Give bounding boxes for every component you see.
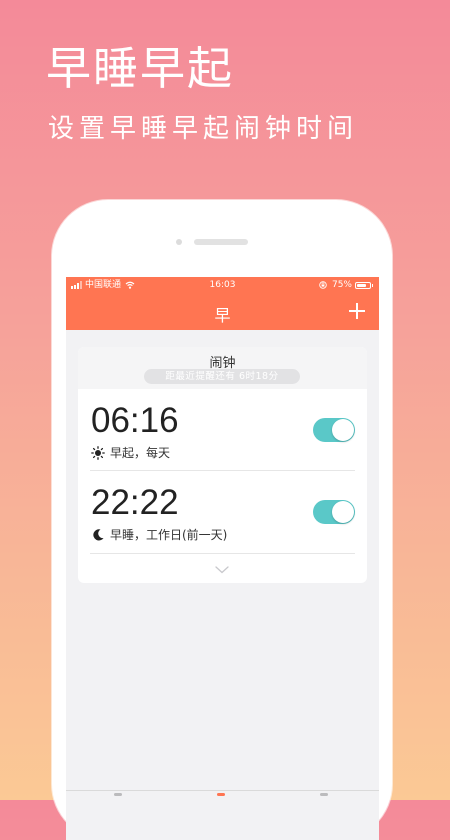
promo-subtitle: 设置早睡早起闹钟时间 (48, 114, 359, 144)
tab-icon-hint[interactable] (114, 793, 122, 796)
status-bar: 中国联通 16:03 75% (66, 277, 379, 293)
alarm-label: 早起，每天 (110, 446, 171, 460)
alarm-item[interactable]: 22:22 早睡，工作日(前一天) (90, 471, 355, 553)
chevron-down-icon (215, 566, 229, 574)
battery-percent: 75% (331, 280, 352, 290)
rotation-lock-icon (319, 281, 327, 289)
card-header: 闹钟 距最近提醒还有 6时18分 (78, 347, 367, 389)
alarm-toggle[interactable] (313, 500, 355, 524)
battery-icon (355, 281, 373, 289)
alarm-label: 早睡，工作日(前一天) (110, 528, 228, 542)
phone-mockup: 中国联通 16:03 75% 早 闹钟 距最近提醒还有 6时18分 06:16 … (52, 200, 392, 840)
expand-button[interactable] (214, 561, 230, 574)
battery-fill (357, 283, 366, 287)
alarm-toggle[interactable] (313, 418, 355, 442)
phone-speaker (194, 239, 248, 245)
add-alarm-button[interactable] (345, 299, 369, 323)
nav-bar: 早 (66, 293, 379, 330)
tab-icon-hint[interactable] (320, 793, 328, 796)
toggle-knob (332, 419, 354, 441)
phone-camera (176, 239, 182, 245)
alarm-item[interactable]: 06:16 早起，每天 (90, 389, 355, 471)
next-alarm-countdown: 距最近提醒还有 6时18分 (144, 369, 300, 384)
app-screen: 中国联通 16:03 75% 早 闹钟 距最近提醒还有 6时18分 06:16 … (66, 277, 379, 840)
nav-title: 早 (214, 306, 231, 325)
toggle-knob (332, 501, 354, 523)
alarm-time: 22:22 (91, 483, 179, 522)
divider (90, 553, 355, 554)
tab-bar-divider (66, 790, 379, 791)
tab-icon-hint[interactable] (217, 793, 225, 796)
alarm-time: 06:16 (91, 401, 179, 440)
promo-title: 早睡早起 (46, 42, 235, 95)
sun-icon (91, 445, 105, 460)
alarm-card: 闹钟 距最近提醒还有 6时18分 06:16 早起，每天 22:22 早睡，工作… (78, 347, 367, 583)
moon-icon (93, 528, 104, 540)
